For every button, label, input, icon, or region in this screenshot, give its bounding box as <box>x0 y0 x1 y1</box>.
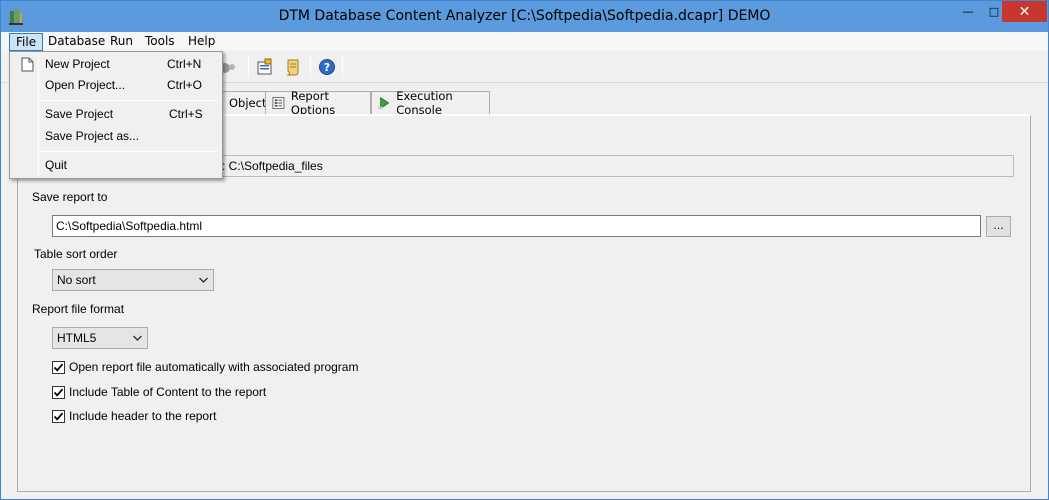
menu-item-label: Quit <box>45 158 68 172</box>
checkbox-label: Include Table of Content to the report <box>69 385 267 399</box>
menu-item-label: Open Project... <box>45 78 126 92</box>
toolbar-separator <box>310 56 311 78</box>
close-button[interactable]: ✕ <box>1002 1 1047 22</box>
menu-item-shortcut: Ctrl+N <box>167 57 202 71</box>
menu-item-label: Save Project as... <box>45 129 140 143</box>
save-path-input[interactable]: C:\Softpedia\Softpedia.html <box>52 215 981 237</box>
sort-order-select[interactable]: No sort <box>52 269 214 291</box>
svg-text:?: ? <box>324 61 330 74</box>
checkbox-label: Include header to the report <box>69 409 217 423</box>
save-report-label: Save report to <box>32 190 108 204</box>
checkbox-box[interactable] <box>52 360 65 374</box>
help-icon[interactable]: ? <box>315 55 339 79</box>
open-report-checkbox[interactable]: Open report file automatically with asso… <box>52 360 358 374</box>
console-play-icon <box>378 96 390 110</box>
checkmark-icon <box>53 412 64 421</box>
menu-item-open-project[interactable]: Open Project... Ctrl+O <box>12 75 220 95</box>
menu-separator <box>40 100 218 101</box>
app-window: DTM Database Content Analyzer [C:\Softpe… <box>0 0 1049 500</box>
menu-item-shortcut: Ctrl+S <box>169 107 203 121</box>
menu-tools[interactable]: Tools <box>139 33 181 51</box>
window-title: DTM Database Content Analyzer [C:\Softpe… <box>278 8 771 24</box>
menu-database[interactable]: Database <box>42 33 111 51</box>
tab-label: Execution Console <box>396 89 453 117</box>
settings-icon[interactable] <box>253 55 277 79</box>
title-bar[interactable]: DTM Database Content Analyzer [C:\Softpe… <box>1 1 1048 32</box>
browse-button[interactable]: ... <box>986 216 1011 237</box>
report-folder-field: er : C:\Softpedia_files <box>203 155 1014 177</box>
menu-item-label: Save Project <box>45 107 114 121</box>
menu-help[interactable]: Help <box>182 33 221 51</box>
menu-item-save-project[interactable]: Save Project Ctrl+S <box>12 104 220 124</box>
minimize-button[interactable]: — <box>955 1 981 22</box>
menu-item-new-project[interactable]: New Project Ctrl+N <box>12 54 220 74</box>
file-format-label: Report file format <box>32 302 125 316</box>
menu-bar: File Database Run Tools Help <box>1 32 1048 51</box>
chevron-down-icon <box>133 335 142 341</box>
toolbar-separator <box>342 56 343 78</box>
tab-execution-console[interactable]: Execution Console <box>371 89 490 117</box>
tab-report-options[interactable]: Report Options <box>265 89 371 117</box>
file-format-select[interactable]: HTML5 <box>52 327 148 349</box>
file-menu-dropdown: New Project Ctrl+N Open Project... Ctrl+… <box>9 51 223 179</box>
checkmark-icon <box>53 363 64 372</box>
menu-run[interactable]: Run <box>104 33 139 51</box>
file-format-value: HTML5 <box>57 331 97 345</box>
include-header-checkbox[interactable]: Include header to the report <box>52 409 216 423</box>
new-document-icon <box>21 57 34 72</box>
menu-item-quit[interactable]: Quit <box>12 155 220 175</box>
checkbox-box[interactable] <box>52 385 65 399</box>
menu-item-label: New Project <box>45 57 110 71</box>
checkbox-label: Open report file automatically with asso… <box>69 360 359 374</box>
script-icon[interactable] <box>281 55 305 79</box>
menu-separator <box>40 151 218 152</box>
sort-order-value: No sort <box>57 273 96 287</box>
toolbar-separator <box>248 56 249 78</box>
sort-order-label: Table sort order <box>34 247 118 261</box>
tab-label: Report Options <box>290 89 336 117</box>
include-toc-checkbox[interactable]: Include Table of Content to the report <box>52 385 266 399</box>
checkbox-box[interactable] <box>52 409 65 423</box>
menu-file[interactable]: File <box>9 33 44 51</box>
menu-item-save-project-as[interactable]: Save Project as... <box>12 126 220 146</box>
chevron-down-icon <box>199 277 208 283</box>
report-options-icon <box>272 97 285 109</box>
menu-item-shortcut: Ctrl+O <box>167 78 203 92</box>
checkmark-icon <box>53 388 64 397</box>
